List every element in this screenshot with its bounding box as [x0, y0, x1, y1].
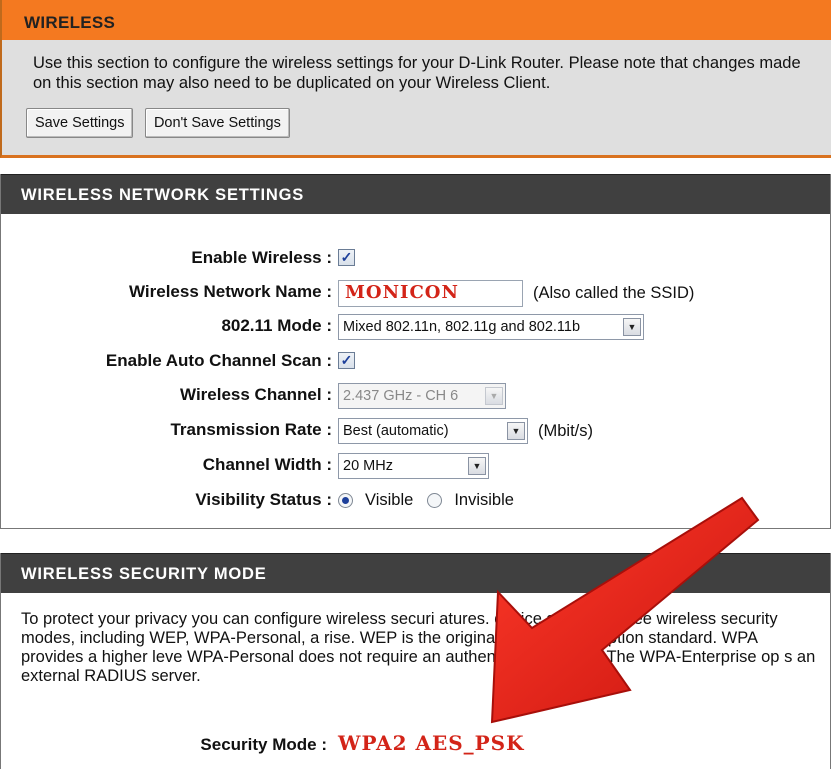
tx-rate-value: Best (automatic) [343, 423, 449, 439]
tx-rate-label: Transmission Rate : [170, 420, 332, 439]
channel-row: Wireless Channel : 2.437 GHz - CH 6 ▼ [1, 381, 831, 409]
chevron-down-icon[interactable]: ▼ [468, 457, 486, 475]
wireless-security-mode-section: WIRELESS SECURITY MODE To protect your p… [0, 553, 831, 769]
invisible-label: Invisible [454, 491, 514, 509]
tx-rate-select[interactable]: Best (automatic) ▼ [338, 418, 528, 444]
button-row: Save Settings Don't Save Settings [26, 108, 297, 138]
ssid-note: (Also called the SSID) [533, 284, 695, 302]
wireless-description: Use this section to configure the wirele… [33, 54, 801, 92]
visibility-label: Visibility Status : [195, 490, 332, 509]
security-mode-value[interactable]: WPA2 AES_PSK [338, 731, 525, 755]
wireless-title: WIRELESS [2, 0, 831, 40]
enable-wireless-label: Enable Wireless : [191, 248, 332, 267]
visibility-row: Visibility Status : Visible Invisible [1, 486, 831, 514]
enable-wireless-row: Enable Wireless : ✓ [1, 244, 831, 272]
visible-radio[interactable] [338, 493, 353, 508]
security-description: To protect your privacy you can configur… [21, 610, 816, 685]
channel-value: 2.437 GHz - CH 6 [343, 388, 459, 404]
mode-select[interactable]: Mixed 802.11n, 802.11g and 802.11b ▼ [338, 314, 644, 340]
check-icon: ✓ [340, 249, 353, 265]
invisible-radio[interactable] [427, 493, 443, 508]
auto-channel-row: Enable Auto Channel Scan : ✓ [1, 347, 831, 375]
channel-width-label: Channel Width : [202, 455, 332, 474]
channel-width-row: Channel Width : 20 MHz ▼ [1, 451, 831, 479]
enable-wireless-checkbox[interactable]: ✓ [338, 249, 355, 266]
auto-channel-checkbox[interactable]: ✓ [338, 352, 355, 369]
check-icon: ✓ [340, 352, 353, 368]
channel-label: Wireless Channel : [180, 385, 332, 404]
channel-width-value: 20 MHz [343, 458, 393, 474]
radio-selected-dot [342, 497, 349, 504]
channel-width-select[interactable]: 20 MHz ▼ [338, 453, 489, 479]
tx-rate-row: Transmission Rate : Best (automatic) ▼ (… [1, 416, 831, 444]
wireless-section: WIRELESS Use this section to configure t… [0, 0, 831, 158]
mode-row: 802.11 Mode : Mixed 802.11n, 802.11g and… [1, 312, 831, 340]
dont-save-settings-button[interactable]: Don't Save Settings [144, 108, 290, 138]
network-settings-title: WIRELESS NETWORK SETTINGS [1, 174, 830, 214]
chevron-down-icon[interactable]: ▼ [623, 318, 641, 336]
network-name-label: Wireless Network Name : [129, 282, 332, 301]
save-settings-button[interactable]: Save Settings [26, 108, 134, 138]
security-mode-label: Security Mode : [200, 735, 327, 754]
mode-value: Mixed 802.11n, 802.11g and 802.11b [343, 319, 581, 335]
chevron-down-icon: ▼ [485, 387, 503, 405]
security-mode-row: Security Mode : WPA2 AES_PSK [1, 729, 831, 759]
network-name-row: Wireless Network Name : MONICON (Also ca… [1, 278, 831, 307]
auto-channel-label: Enable Auto Channel Scan : [105, 351, 332, 370]
network-name-input[interactable]: MONICON [338, 280, 523, 307]
chevron-down-icon[interactable]: ▼ [507, 422, 525, 440]
mbits-note: (Mbit/s) [538, 421, 593, 440]
channel-select: 2.437 GHz - CH 6 ▼ [338, 383, 506, 409]
security-mode-title: WIRELESS SECURITY MODE [1, 553, 830, 593]
mode-label: 802.11 Mode : [221, 316, 332, 335]
wireless-network-settings-section: WIRELESS NETWORK SETTINGS Enable Wireles… [0, 174, 831, 529]
visible-label: Visible [365, 491, 414, 509]
